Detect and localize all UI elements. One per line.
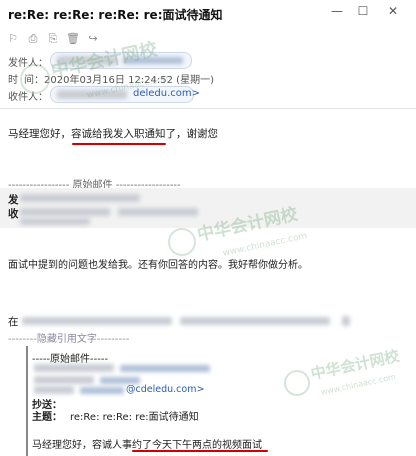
partial-line-redacted-3 bbox=[342, 316, 350, 326]
inner-from-email-redacted bbox=[120, 365, 210, 372]
date-redacted bbox=[20, 218, 90, 225]
inner-date-redacted bbox=[34, 376, 94, 384]
watermark-logo-icon-2 bbox=[168, 228, 196, 256]
quote-bar bbox=[26, 346, 28, 456]
to-redacted-2 bbox=[118, 208, 198, 216]
minimize-button[interactable]: — bbox=[326, 2, 348, 20]
inner-to-email-redacted bbox=[80, 387, 124, 394]
final-line-underline bbox=[132, 450, 268, 452]
mail-toolbar: ⚐ ⎙ ⎘ 🗑 ↪ bbox=[6, 32, 100, 48]
from-char: 发 bbox=[8, 194, 19, 206]
to-redacted bbox=[20, 208, 110, 216]
print-icon[interactable]: ⎙ bbox=[26, 32, 40, 46]
question-line: 面试中提到的问题也发给我。还有你回答的内容。我好帮你做分析。 bbox=[8, 260, 308, 271]
recipient-email: deledu.com> bbox=[133, 88, 201, 99]
window-title: re:Re: re:Re: re:Re: re:面试待通知 bbox=[8, 8, 223, 22]
attachment-icon[interactable]: ⎘ bbox=[46, 32, 60, 46]
final-line: 马经理您好，容诚人事约了今天下午两点的视频面试 bbox=[32, 436, 262, 451]
to-char: 收 bbox=[8, 208, 19, 220]
header-divider bbox=[0, 108, 416, 109]
maximize-button[interactable]: ☐ bbox=[352, 2, 374, 20]
title-bar: re:Re: re:Re: re:Re: re:面试待通知 — ☐ ✕ bbox=[0, 0, 416, 30]
partial-line-redacted-2 bbox=[180, 317, 330, 325]
subject-value: re:Re: re:Re: re:面试待通知 bbox=[70, 412, 199, 423]
partial-line-char: 在 bbox=[8, 316, 19, 328]
delete-icon[interactable]: 🗑 bbox=[66, 32, 80, 46]
greeting-line: 马经理您好，容诚给我发入职通知了，谢谢您 bbox=[8, 128, 218, 140]
partial-line-redacted bbox=[22, 317, 172, 325]
inner-to-redacted bbox=[100, 377, 140, 384]
inner-from-redacted bbox=[34, 364, 114, 372]
show-quoted-text-link[interactable]: --------隐藏引用文字--------- bbox=[8, 330, 129, 345]
from-redacted bbox=[20, 194, 140, 202]
subject-label: 主题： bbox=[32, 412, 62, 423]
watermark-logo-icon-3 bbox=[284, 370, 310, 396]
watermark-logo-icon bbox=[20, 64, 50, 94]
greeting-underline bbox=[72, 143, 166, 145]
forward-icon[interactable]: ↪ bbox=[86, 32, 100, 46]
inner-to-email: @cdeledu.com> bbox=[126, 384, 205, 395]
inner-to-name-redacted bbox=[34, 386, 74, 394]
time-label: 时 bbox=[8, 75, 18, 86]
close-button[interactable]: ✕ bbox=[382, 2, 404, 20]
flag-icon[interactable]: ⚐ bbox=[6, 32, 20, 46]
inner-original-divider: -----原始邮件----- bbox=[32, 354, 109, 365]
